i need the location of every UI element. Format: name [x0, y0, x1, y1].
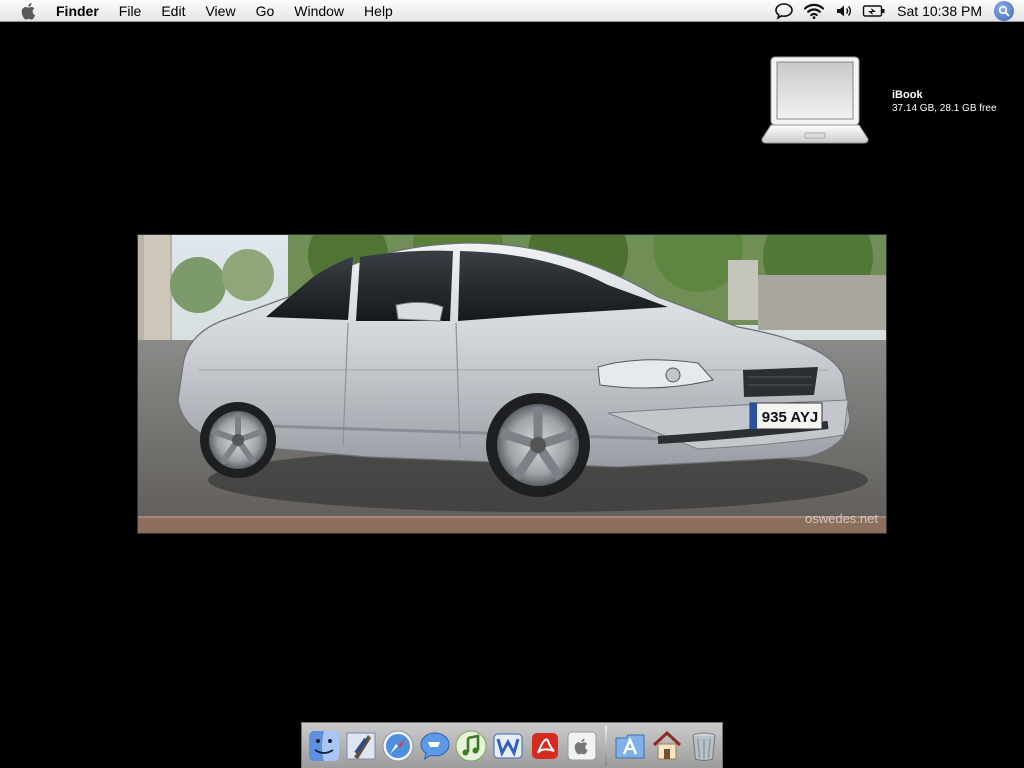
menu-window[interactable]: Window — [284, 0, 354, 22]
mail-icon[interactable] — [344, 728, 379, 768]
apple-menu-icon[interactable] — [18, 2, 40, 20]
safari-icon[interactable] — [380, 728, 415, 768]
license-plate: 935 AYJ — [762, 409, 818, 426]
menu-view[interactable]: View — [195, 0, 245, 22]
menu-bar: Finder File Edit View Go Window Help Sat… — [0, 0, 1024, 22]
finder-icon[interactable] — [307, 728, 342, 768]
volume-icon[interactable] — [829, 0, 859, 22]
home-folder-icon[interactable] — [650, 728, 685, 764]
menu-extras: Sat 10:38 PM — [769, 0, 1024, 22]
menu-go[interactable]: Go — [246, 0, 285, 22]
wifi-icon[interactable] — [799, 0, 829, 22]
ichat-icon[interactable] — [417, 728, 452, 768]
ibook-drive-label: iBook 37.14 GB, 28.1 GB free — [892, 89, 997, 115]
trash-icon[interactable] — [686, 728, 721, 764]
drive-name: iBook — [892, 89, 923, 101]
ibook-drive-icon[interactable] — [760, 55, 870, 147]
dock-separator — [604, 725, 607, 766]
apple-icon[interactable] — [564, 728, 599, 764]
itunes-icon[interactable] — [454, 728, 489, 764]
drive-capacity: 37.14 GB, 28.1 GB free — [892, 103, 997, 114]
menu-edit[interactable]: Edit — [151, 0, 195, 22]
applications-folder-icon[interactable] — [613, 728, 648, 764]
dock — [301, 722, 723, 768]
menu-file[interactable]: File — [109, 0, 152, 22]
car-photo-window[interactable]: 935 AYJ oswedes.net — [137, 234, 887, 534]
car-photo: 935 AYJ oswedes.net — [138, 235, 886, 533]
ichat-status-icon[interactable] — [769, 0, 799, 22]
battery-icon[interactable] — [859, 0, 889, 22]
word-icon[interactable] — [491, 728, 526, 764]
spotlight-icon[interactable] — [994, 0, 1014, 21]
menu-clock[interactable]: Sat 10:38 PM — [889, 3, 994, 19]
menu-help[interactable]: Help — [354, 0, 403, 22]
menu-app-finder[interactable]: Finder — [52, 0, 109, 22]
photo-watermark: oswedes.net — [805, 511, 878, 526]
acrobat-icon[interactable] — [527, 728, 562, 764]
